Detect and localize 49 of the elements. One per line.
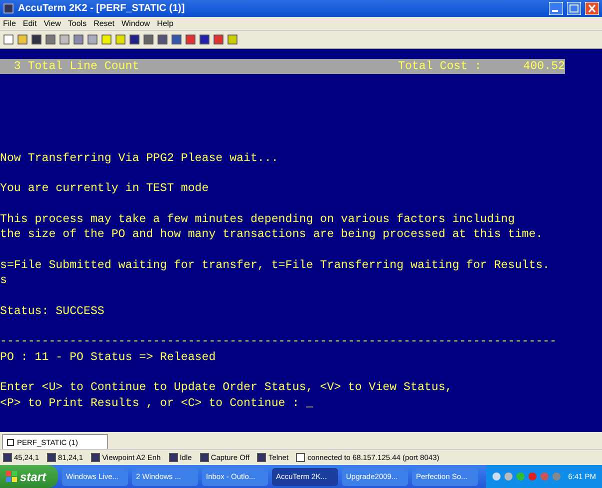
menu-item[interactable]: Reset xyxy=(94,19,114,28)
toolbar-icon[interactable] xyxy=(143,34,154,45)
total-cost: Total Cost : 400.52 xyxy=(398,59,565,74)
toolbar-icon[interactable] xyxy=(171,34,182,45)
menu-item[interactable]: File xyxy=(3,19,16,28)
terminal-line: Enter <U> to Continue to Update Order Status, <V> to View Status, xyxy=(0,380,454,396)
toolbar-icon[interactable] xyxy=(185,34,196,45)
toolbar-icon[interactable] xyxy=(157,34,168,45)
windows-logo-icon xyxy=(6,471,17,482)
toolbar-icon[interactable] xyxy=(129,34,140,45)
menu-item[interactable]: Help xyxy=(156,19,174,28)
close-button[interactable] xyxy=(585,2,599,15)
toolbar-icon[interactable] xyxy=(45,34,56,45)
toolbar-icon[interactable] xyxy=(73,34,84,45)
status-icon xyxy=(296,453,306,462)
terminal-line: PO : 11 - PO Status => Released xyxy=(0,350,217,365)
terminal-line: Now Transferring Via PPG2 Please wait... xyxy=(0,150,280,166)
toolbar-icon[interactable] xyxy=(213,34,224,45)
window-title: AccuTerm 2K2 - [PERF_STATIC (1)] xyxy=(18,3,186,14)
status-icon xyxy=(3,453,12,462)
status-icon xyxy=(168,453,178,462)
menu-item[interactable]: View xyxy=(44,19,61,28)
start-button[interactable]: start xyxy=(0,465,58,488)
terminal-line: Status: SUCCESS xyxy=(0,304,106,320)
menu-item[interactable]: Window xyxy=(121,19,150,28)
status-icon xyxy=(257,453,266,462)
terminal-line: <P> to Print Results , or <C> to Continue : _ xyxy=(0,396,314,411)
status-icon xyxy=(200,453,209,462)
maximize-button[interactable] xyxy=(567,2,581,15)
terminal-line: s xyxy=(0,273,8,288)
status-icon xyxy=(47,453,56,462)
terminal-line: -------------------------------------------------------------------------------- xyxy=(0,334,558,350)
toolbar-icon[interactable] xyxy=(59,34,70,45)
app-icon xyxy=(3,3,14,14)
menu-item[interactable]: Edit xyxy=(22,19,37,28)
terminal-line: This process may take a few minutes depending on various factors including xyxy=(0,212,516,228)
terminal-line: You are currently in TEST mode xyxy=(0,181,210,197)
minimize-button[interactable] xyxy=(549,2,563,15)
line-count: 3 Total Line Count xyxy=(12,59,140,74)
status-icon xyxy=(91,453,100,462)
toolbar-icon[interactable] xyxy=(199,34,210,45)
window-icon xyxy=(7,438,14,446)
menu-item[interactable]: Tools xyxy=(68,19,87,28)
toolbar-icon[interactable] xyxy=(31,34,42,45)
toolbar-icon[interactable] xyxy=(87,34,98,45)
terminal-line: s=File Submitted waiting for transfer, t=File Transferring waiting for Results. xyxy=(0,258,551,274)
toolbar-icon[interactable] xyxy=(3,34,14,45)
toolbar-icon[interactable] xyxy=(227,34,238,45)
terminal-line: the size of the PO and how many transactions are being processed at this time. xyxy=(0,227,544,243)
